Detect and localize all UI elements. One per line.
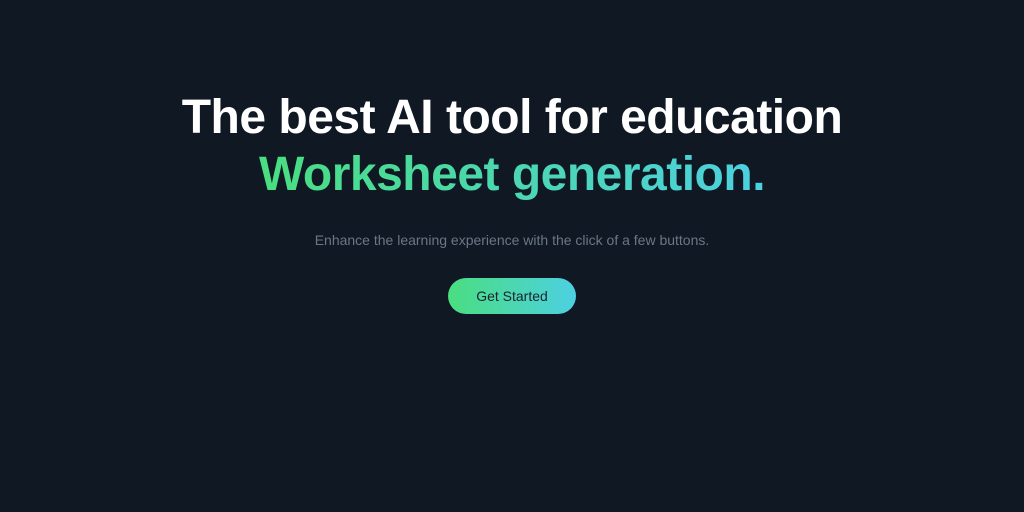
hero-section: The best AI tool for education Worksheet… bbox=[0, 0, 1024, 314]
headline-primary: The best AI tool for education bbox=[182, 90, 843, 145]
get-started-button[interactable]: Get Started bbox=[448, 278, 576, 314]
headline-secondary: Worksheet generation. bbox=[259, 147, 765, 202]
hero-subtitle: Enhance the learning experience with the… bbox=[315, 232, 710, 248]
